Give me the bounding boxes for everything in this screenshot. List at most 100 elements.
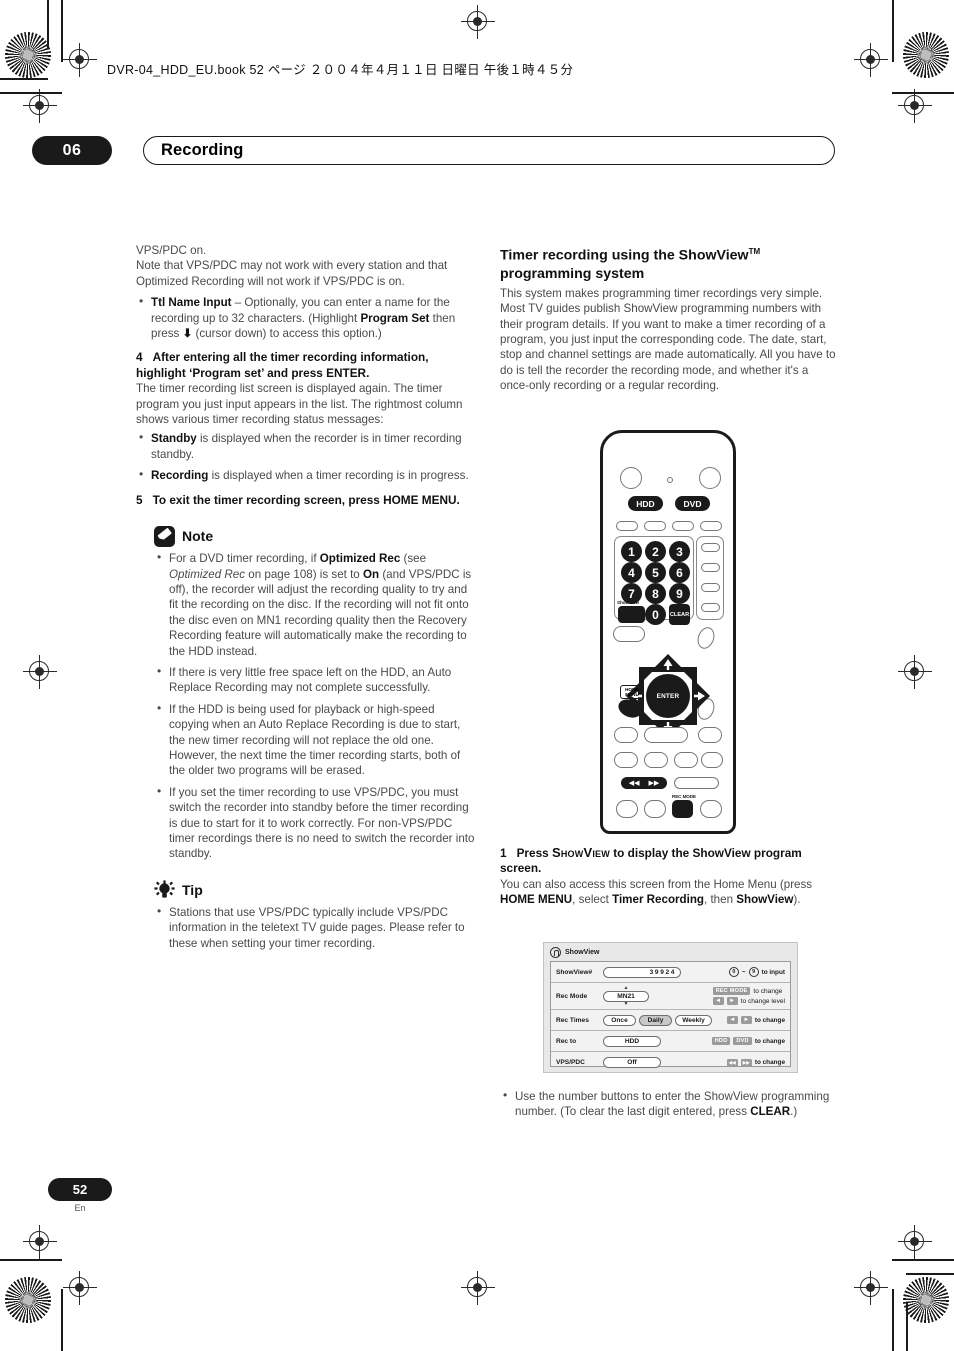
remote-play-bar-button — [674, 777, 719, 789]
osd-row-rec-to: Rec to HDD HDD DVD to change — [551, 1031, 790, 1052]
remote-number-key-2: 2 — [645, 541, 666, 562]
vps-pdc-field[interactable]: Off — [603, 1057, 661, 1068]
rec-mode-field[interactable]: MN21 — [603, 990, 649, 1002]
crop-line-bottom-right-v2 — [906, 1303, 908, 1351]
rec-mode-stepper[interactable]: ▲ MN21 ▼ — [603, 985, 649, 1007]
remote-number-key-4: 4 — [621, 562, 642, 583]
status-message-list: Standby is displayed when the recorder i… — [136, 430, 476, 483]
remote-number-key-5: 5 — [645, 562, 666, 583]
left-column: VPS/PDC on. Note that VPS/PDC may not wo… — [136, 243, 476, 957]
remote-number-key-6: 6 — [669, 562, 690, 583]
chapter-title-bar: Recording — [143, 136, 835, 165]
key-0-icon: 0 — [728, 967, 739, 977]
list-item: If there is very little free space left … — [154, 664, 476, 696]
page-number-badge: 52 — [48, 1178, 112, 1201]
note-callout-label: Note — [182, 527, 214, 544]
remote-side-button-4 — [701, 603, 720, 612]
registration-mark-bottom-left — [63, 1271, 97, 1305]
crop-line-top-left-v2 — [47, 0, 49, 48]
rec-to-field[interactable]: HDD — [603, 1035, 661, 1047]
remote-skip-bar: ◀◀ ▶▶ — [621, 777, 667, 789]
text-run-0: If you set the timer recording to use VP… — [169, 785, 475, 861]
step-5-number: 5 — [136, 492, 143, 507]
osd-label-rec-to: Rec to — [556, 1037, 577, 1045]
list-item-recording: Recording is displayed when a timer reco… — [136, 467, 476, 483]
tip-callout-header: Tip — [154, 880, 476, 901]
osd-row-rec-mode: Rec Mode ▲ MN21 ▼ REC MODE to change ◄ ►… — [551, 983, 790, 1010]
osd-hint-text-input: to input — [761, 968, 785, 976]
remote-enter-label: ENTER — [656, 692, 680, 700]
recording-label: Recording — [151, 469, 209, 483]
remote-skip-back-icon: ◀◀ — [628, 780, 640, 787]
text-run-0: If the HDD is being used for playback or… — [169, 702, 461, 778]
rec-times-option-once[interactable]: Once — [603, 1014, 636, 1026]
list-item: Stations that use VPS/PDC typically incl… — [154, 904, 476, 951]
tilde-separator: ~ — [741, 968, 746, 976]
crop-line-bottom-left-h — [0, 1259, 62, 1261]
osd-hint-text-rec-to: to change — [754, 1037, 785, 1045]
step-1-heading: 1 Press ShowView to display the ShowView … — [500, 845, 840, 877]
osd-title-label: ShowView — [565, 949, 600, 956]
list-item: If the HDD is being used for playback or… — [154, 701, 476, 779]
text-run-5: ShowView — [736, 893, 794, 907]
registration-mark-top-left — [63, 43, 97, 77]
remote-lower-button-3 — [698, 727, 722, 743]
osd-hint-rec-mode-line2: ◄ ► to change level — [712, 997, 785, 1005]
step-5-text: To exit the timer recording screen, pres… — [152, 492, 460, 507]
remote-rec-button-1 — [616, 800, 638, 818]
list-item: For a DVD timer recording, if Optimized … — [154, 550, 476, 659]
remote-home-menu-label: HOME MENU — [620, 685, 644, 699]
pencil-note-icon — [154, 526, 175, 548]
remote-power-button-left — [620, 467, 642, 489]
crop-line-top-left-v — [61, 0, 63, 62]
crop-line-bottom-right-v — [892, 1289, 894, 1351]
trademark-symbol: TM — [748, 247, 761, 256]
text-run-0: Stations that use VPS/PDC typically incl… — [169, 905, 465, 950]
program-set-label: Program Set — [360, 311, 430, 325]
remote-lower-button-1 — [614, 727, 638, 743]
registration-mark-top-right — [854, 43, 888, 77]
final-bullet-list: Use the number buttons to enter the Show… — [500, 1088, 840, 1120]
step-4-body: The timer recording list screen is displ… — [136, 382, 463, 427]
text-run-6: ). — [793, 893, 801, 907]
registration-mark-inner-bottom-right — [898, 1225, 932, 1259]
crop-line-bottom-right-h — [892, 1259, 954, 1261]
remote-lower-button-4 — [614, 752, 638, 768]
remote-number-key-8: 8 — [645, 583, 666, 604]
osd-hint-text-rec-mode: to change — [753, 987, 783, 995]
osd-hint-text-vps-pdc: to change — [754, 1059, 785, 1066]
vps-pdc-note-paragraph: Note that VPS/PDC may not work with ever… — [136, 259, 448, 288]
list-item: Use the number buttons to enter the Show… — [500, 1088, 840, 1120]
rec-times-option-weekly[interactable]: Weekly — [675, 1014, 712, 1026]
tip-callout-label: Tip — [182, 881, 203, 898]
crop-line-top-left-h2 — [0, 78, 48, 80]
dvd-key-chip: DVD — [733, 1037, 752, 1045]
remote-number-key-0: 0 — [645, 604, 666, 625]
remote-number-key-3: 3 — [669, 541, 690, 562]
crop-line-bottom-left-v — [61, 1289, 63, 1351]
rec-mode-key-chip: REC MODE — [712, 987, 751, 995]
remote-side-button-3 — [701, 583, 720, 592]
text-run-4: , then — [704, 893, 737, 907]
registration-mark-right-mid — [898, 655, 932, 689]
step-5-heading: 5 To exit the timer recording screen, pre… — [136, 493, 476, 508]
osd-row-vps-pdc: VPS/PDC Off ◀◀ ▶▶ to change — [551, 1052, 790, 1073]
ttl-name-input-text-3: (cursor down) to access this option.) — [192, 327, 382, 341]
remote-lower-button-6 — [674, 752, 698, 768]
showview-intro-paragraph: This system makes programming timer reco… — [500, 286, 836, 393]
step-1-press-text: Press — [516, 846, 552, 860]
remote-control-illustration: HDD DVD 1 2 3 4 5 6 7 8 9 0 ShowView CLE… — [600, 430, 736, 834]
text-run-0: You can also access this screen from the… — [500, 877, 813, 891]
right-column-final-bullet: Use the number buttons to enter the Show… — [500, 1085, 840, 1126]
remote-showview-button — [618, 606, 645, 623]
osd-label-rec-mode: Rec Mode — [556, 992, 588, 1000]
showview-number-field[interactable]: 39924 — [603, 966, 681, 978]
osd-panel: ShowView# 39924 0 ~ 9 to input Rec Mode … — [550, 961, 791, 1068]
rec-times-option-daily[interactable]: Daily — [639, 1014, 672, 1026]
remote-skip-forward-icon: ▶▶ — [648, 780, 660, 787]
running-head: DVR-04_HDD_EU.book 52 ページ ２００４年４月１１日 日曜日… — [107, 63, 574, 77]
osd-hint-rec-mode: REC MODE to change ◄ ► to change level — [712, 987, 785, 1005]
section-heading-line-1: Timer recording using the ShowView — [500, 247, 749, 264]
print-star-mark-bottom-left — [5, 1277, 51, 1323]
osd-title-bar: ShowView — [544, 943, 797, 960]
